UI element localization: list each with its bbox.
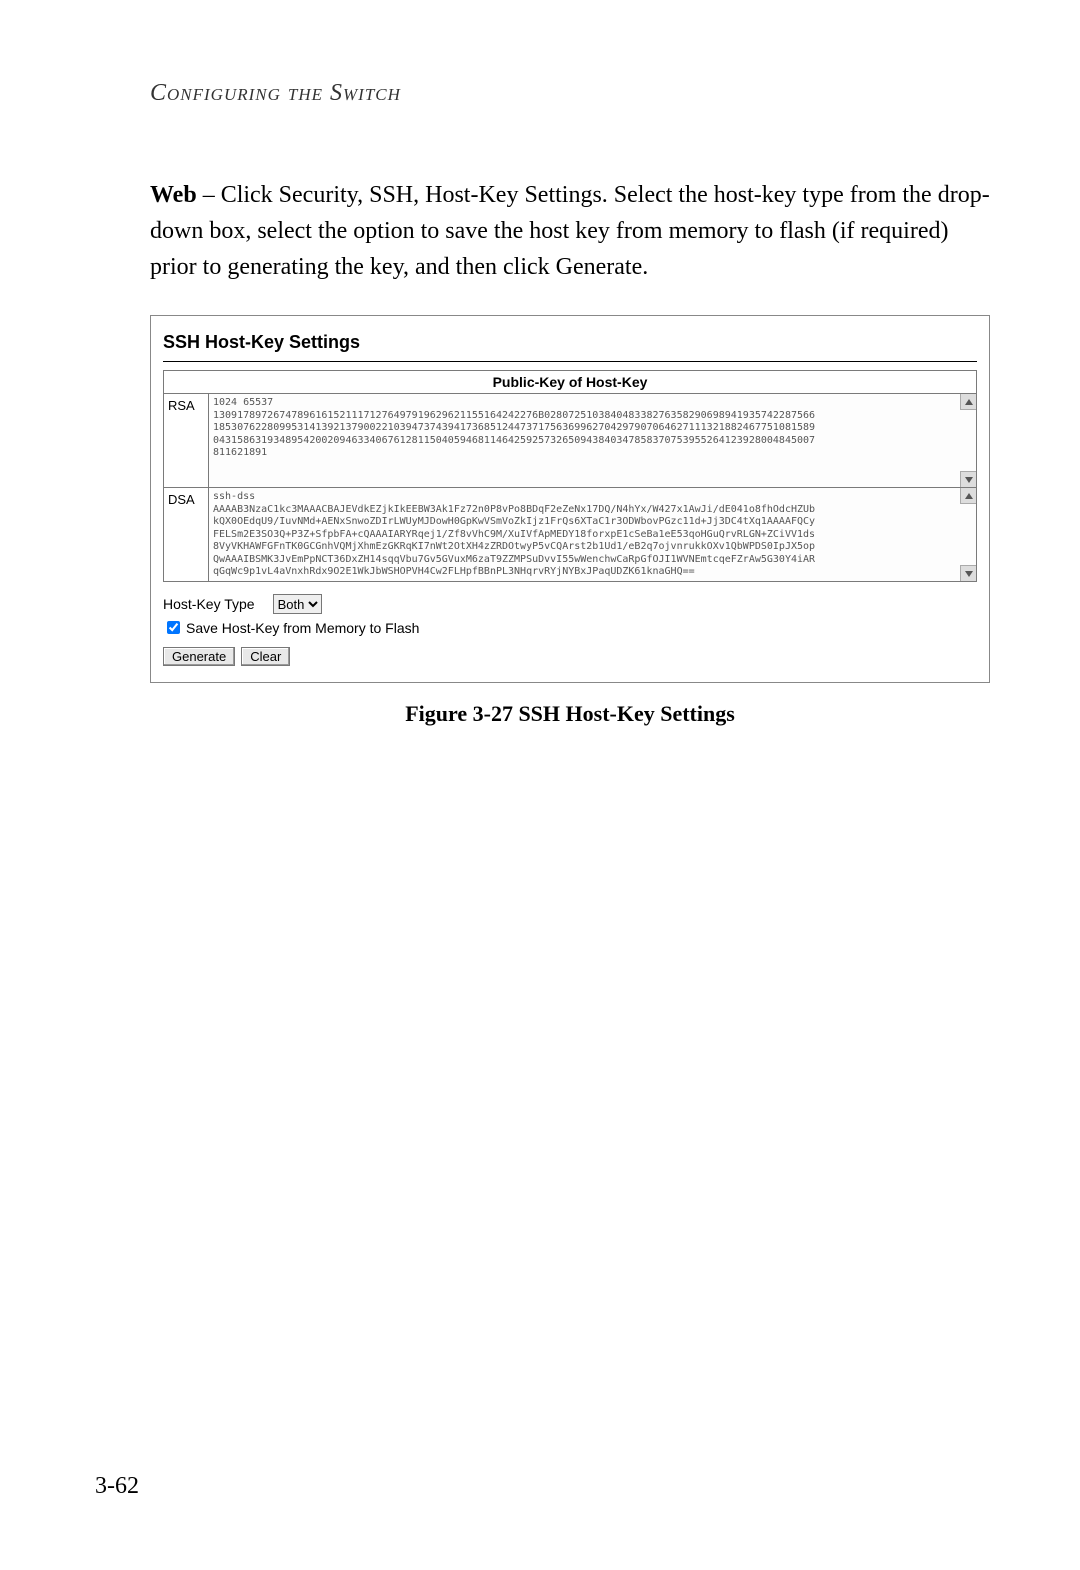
divider: [163, 361, 977, 362]
hostkey-type-label: Host-Key Type: [163, 596, 255, 612]
ssh-hostkey-panel: SSH Host-Key Settings Public-Key of Host…: [150, 315, 990, 683]
scrollbar-down-icon[interactable]: [960, 471, 976, 487]
hostkey-type-select[interactable]: Both: [273, 594, 322, 614]
controls: Host-Key Type Both Save Host-Key from Me…: [163, 594, 977, 666]
page-header: Configuring the Switch: [150, 80, 990, 107]
rsa-key-textarea[interactable]: [209, 394, 976, 484]
scrollbar-down-icon[interactable]: [960, 565, 976, 581]
row-value-rsa: [209, 394, 977, 488]
save-to-flash-checkbox[interactable]: [167, 621, 180, 634]
table-row: RSA: [164, 394, 977, 488]
panel-title: SSH Host-Key Settings: [163, 332, 977, 353]
hostkey-table: RSA DSA: [163, 393, 977, 582]
save-to-flash-label: Save Host-Key from Memory to Flash: [186, 620, 419, 636]
body-paragraph: Web – Click Security, SSH, Host-Key Sett…: [150, 177, 990, 285]
row-label-rsa: RSA: [164, 394, 209, 488]
table-row: DSA: [164, 488, 977, 582]
scrollbar-up-icon[interactable]: [960, 394, 976, 410]
body-rest: – Click Security, SSH, Host-Key Settings…: [150, 182, 990, 280]
body-prefix: Web: [150, 182, 197, 208]
generate-button[interactable]: [163, 647, 235, 666]
dsa-key-textarea[interactable]: [209, 488, 976, 578]
public-key-header: Public-Key of Host-Key: [163, 370, 977, 393]
page-number: 3-62: [95, 1473, 139, 1500]
clear-button[interactable]: [241, 647, 290, 666]
row-label-dsa: DSA: [164, 488, 209, 582]
scrollbar-up-icon[interactable]: [960, 488, 976, 504]
row-value-dsa: [209, 488, 977, 582]
figure-caption: Figure 3-27 SSH Host-Key Settings: [150, 701, 990, 727]
